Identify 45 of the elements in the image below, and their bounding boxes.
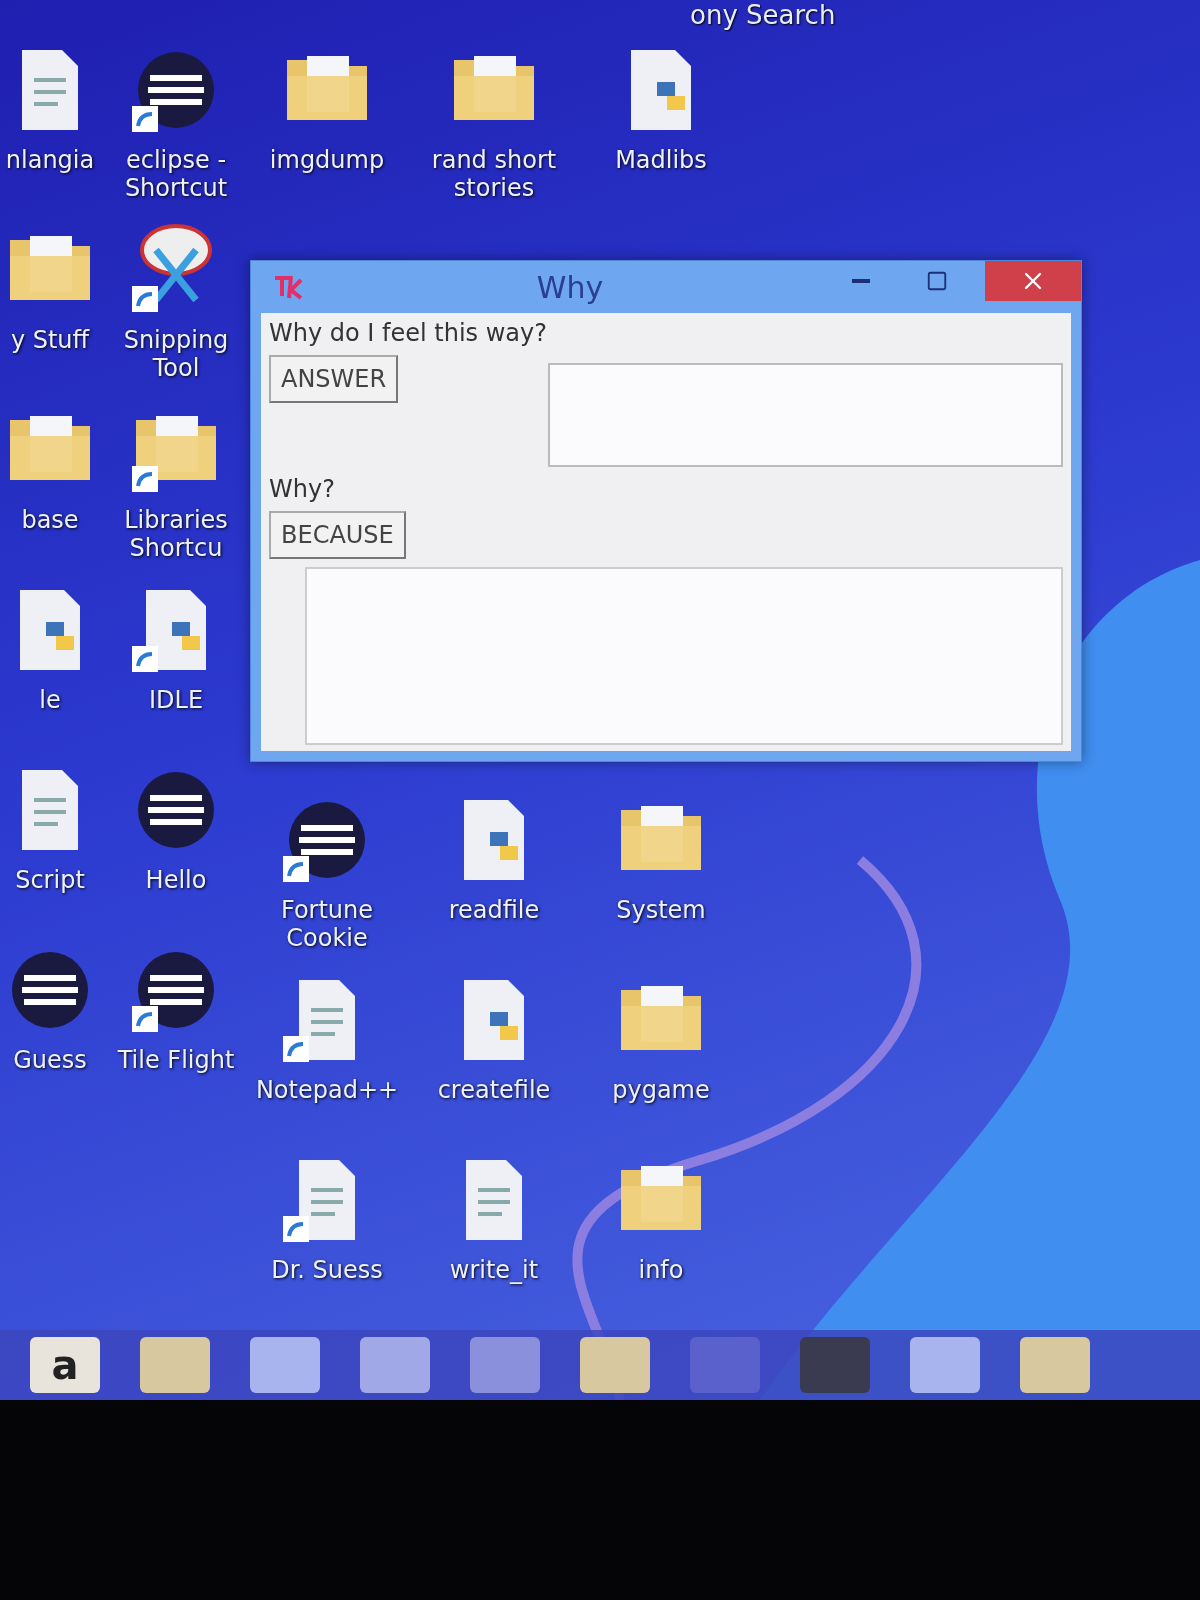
answer-text-box[interactable] bbox=[548, 363, 1063, 467]
question-label: Why do I feel this way? bbox=[269, 319, 547, 347]
desktop-icon-label[interactable]: System bbox=[616, 896, 706, 924]
desktop-icon-label[interactable]: ony Search bbox=[690, 0, 836, 30]
taskbar-app-icon[interactable] bbox=[690, 1337, 760, 1393]
answer-button[interactable]: ANSWER bbox=[269, 355, 399, 403]
desktop-icon-label[interactable]: Madlibs bbox=[615, 146, 707, 174]
desktop-icon-label[interactable]: le bbox=[39, 686, 61, 714]
desktop-icon-label[interactable]: IDLE bbox=[148, 686, 204, 714]
taskbar-app-icon[interactable] bbox=[1020, 1337, 1090, 1393]
desktop-icon-label[interactable]: info bbox=[638, 1256, 684, 1284]
minimize-icon bbox=[852, 279, 870, 283]
desktop-icon-label[interactable]: Notepad++ bbox=[255, 1076, 399, 1104]
because-button[interactable]: BECAUSE bbox=[269, 511, 406, 559]
desktop-icon-label[interactable]: Libraries Shortcu bbox=[112, 506, 240, 562]
desktop-icon-label[interactable]: write_it bbox=[449, 1256, 539, 1284]
why-label: Why? bbox=[269, 475, 335, 503]
desktop-icon-label[interactable]: Fortune Cookie bbox=[252, 896, 402, 952]
desktop-icon-label[interactable]: pygame bbox=[612, 1076, 710, 1104]
desktop-icon-label[interactable]: Script bbox=[15, 866, 85, 894]
desktop-icon-label[interactable]: Guess bbox=[13, 1046, 87, 1074]
taskbar-app-icon[interactable] bbox=[800, 1337, 870, 1393]
desktop-icon-label[interactable]: Snipping Tool bbox=[112, 326, 240, 382]
taskbar-app-icon[interactable] bbox=[910, 1337, 980, 1393]
taskbar-app-icon[interactable]: a bbox=[30, 1337, 100, 1393]
desktop-icon-label[interactable]: eclipse - Shortcut bbox=[112, 146, 240, 202]
desktop-icon-label[interactable]: nlangia bbox=[5, 146, 95, 174]
because-text-area[interactable] bbox=[305, 567, 1063, 745]
desktop-icon-label[interactable]: readfile bbox=[448, 896, 540, 924]
taskbar-app-icon[interactable] bbox=[140, 1337, 210, 1393]
taskbar-app-icon[interactable] bbox=[360, 1337, 430, 1393]
taskbar-app-icon[interactable] bbox=[470, 1337, 540, 1393]
taskbar-app-icon[interactable] bbox=[580, 1337, 650, 1393]
desktop-icon-label[interactable]: Hello bbox=[145, 866, 207, 894]
taskbar-app-icon[interactable] bbox=[250, 1337, 320, 1393]
maximize-icon bbox=[926, 270, 948, 292]
desktop-icon-label[interactable]: imgdump bbox=[269, 146, 385, 174]
close-button[interactable] bbox=[985, 261, 1081, 301]
desktop-icon-label[interactable]: y Stuff bbox=[10, 326, 90, 354]
desktop-icon-label[interactable]: rand short stories bbox=[414, 146, 574, 202]
desktop-icon-label[interactable]: Dr. Suess bbox=[271, 1256, 383, 1284]
desktop-icon-label[interactable]: base bbox=[21, 506, 79, 534]
window-title: Why bbox=[535, 269, 605, 305]
desktop-icon-label[interactable]: createfile bbox=[437, 1076, 551, 1104]
desktop-icon-label[interactable]: Tile Flight bbox=[117, 1046, 235, 1074]
